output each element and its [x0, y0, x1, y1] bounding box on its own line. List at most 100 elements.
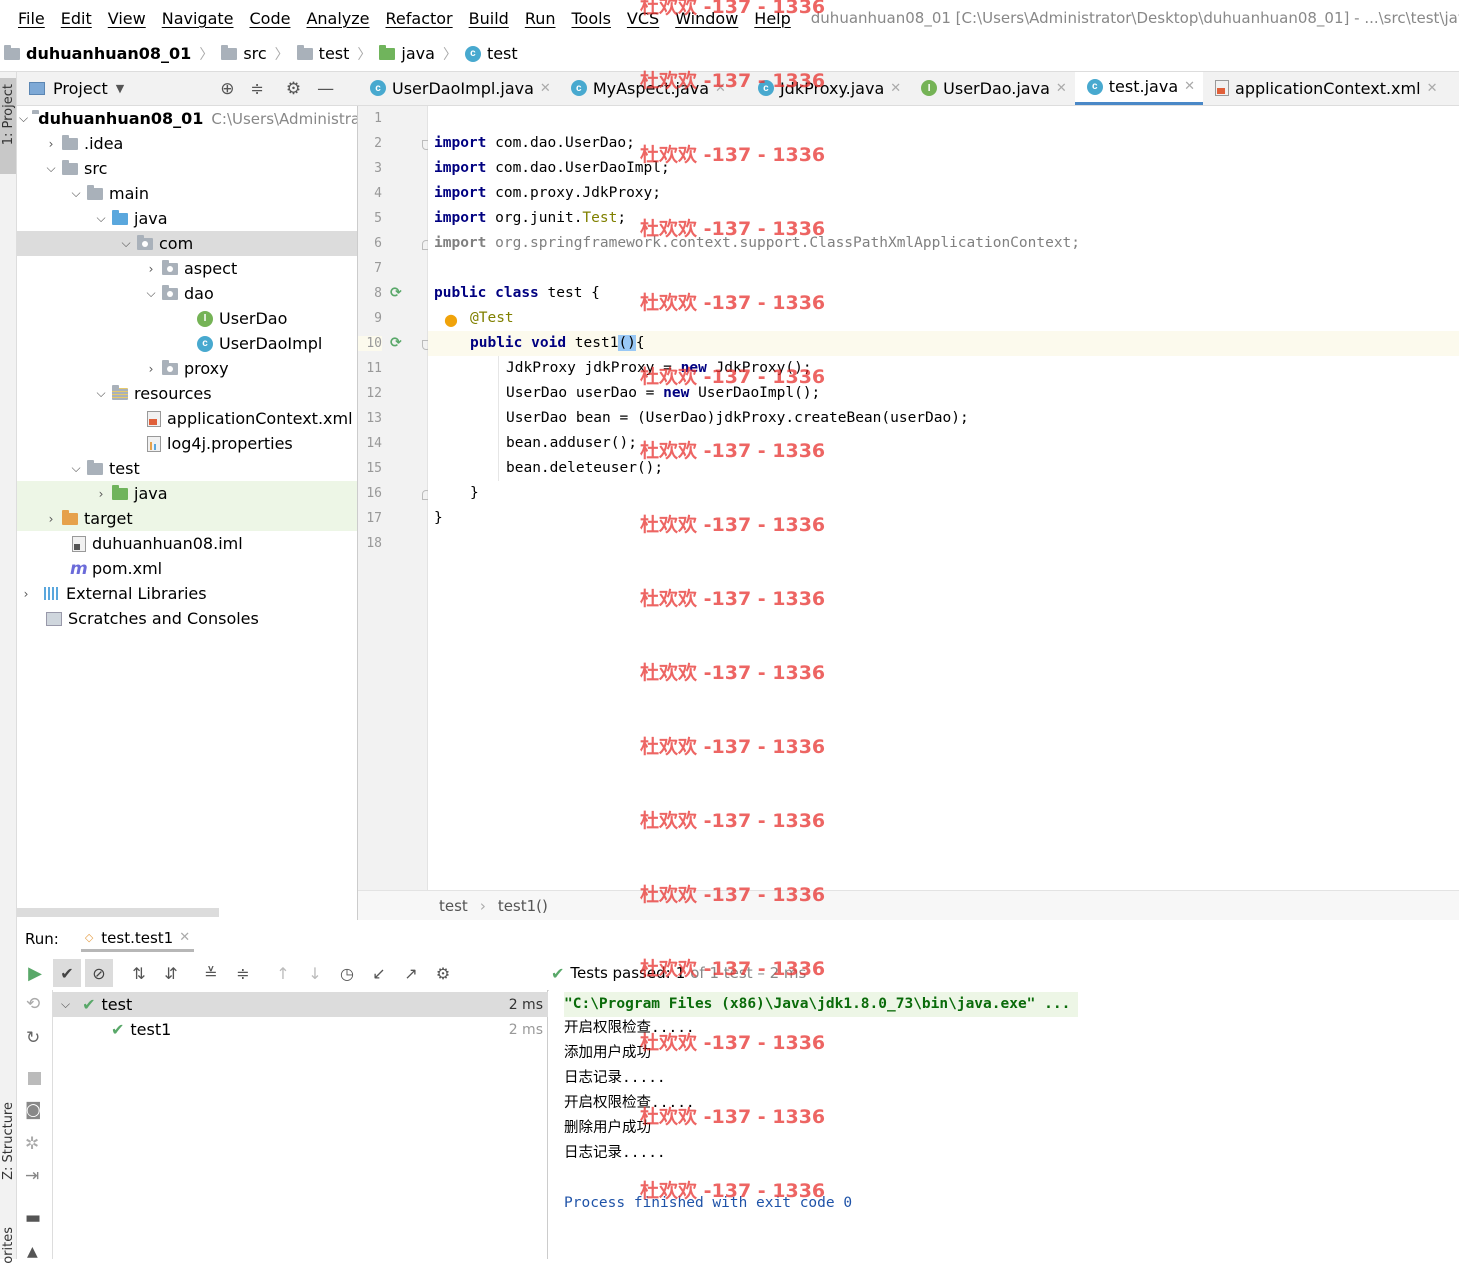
console-output[interactable]: "C:\Program Files (x86)\Java\jdk1.8.0_73… — [549, 990, 1459, 1259]
chevron-right-icon[interactable]: › — [44, 512, 58, 526]
tree-item-main[interactable]: ⌵ main — [17, 181, 357, 206]
tree-item-dao[interactable]: ⌵ dao — [17, 281, 357, 306]
locate-icon[interactable]: ⊕ — [220, 79, 234, 99]
chevron-right-icon[interactable]: › — [44, 137, 58, 151]
chevron-right-icon[interactable]: › — [94, 487, 108, 501]
run-gutter-icon[interactable]: ⟳ — [390, 285, 402, 301]
tree-item-test-java[interactable]: › java — [17, 481, 357, 506]
chevron-right-icon[interactable]: › — [144, 362, 158, 376]
caret-down-icon[interactable]: ▼ — [116, 82, 124, 95]
tree-item-main-java[interactable]: ⌵ java — [17, 206, 357, 231]
export-tests-icon[interactable]: ↗ — [397, 959, 425, 987]
pin-icon[interactable]: ▲ — [27, 1244, 38, 1260]
menu-refactor[interactable]: Refactor — [378, 9, 461, 28]
tree-item-test[interactable]: ⌵ test — [17, 456, 357, 481]
breadcrumb-test[interactable]: test — [293, 44, 354, 63]
chevron-down-icon[interactable]: ⌵ — [94, 386, 108, 401]
run-gutter-icon[interactable]: ⟳ — [390, 335, 402, 351]
chevron-down-icon[interactable]: ⌵ — [19, 111, 28, 126]
chevron-down-icon[interactable]: ⌵ — [44, 161, 58, 176]
tab-jdkproxy[interactable]: c JdkProxy.java ✕ — [734, 72, 909, 105]
show-passed-icon[interactable]: ✔ — [53, 959, 81, 987]
project-tool-button[interactable]: 1: Project — [0, 78, 16, 174]
close-icon[interactable]: ✕ — [1056, 81, 1067, 96]
camera-icon[interactable]: ◙ — [25, 1100, 42, 1120]
close-icon[interactable]: ✕ — [1427, 81, 1438, 96]
code-editor[interactable]: import com.dao.UserDao; import com.dao.U… — [428, 106, 1459, 890]
toggle-auto-test-icon[interactable]: ↻ — [26, 1028, 40, 1048]
close-icon[interactable]: ✕ — [715, 81, 726, 96]
previous-failed-icon[interactable]: ↑ — [269, 959, 297, 987]
collapse-all-icon[interactable]: ≑ — [229, 959, 257, 987]
next-failed-icon[interactable]: ↓ — [301, 959, 329, 987]
rerun-failed-icon[interactable]: ⟲ — [26, 994, 40, 1014]
tree-item-applicationcontext[interactable]: applicationContext.xml — [17, 406, 357, 431]
tree-item-proxy[interactable]: › proxy — [17, 356, 357, 381]
editor-breadcrumb-method[interactable]: test1() — [498, 897, 548, 915]
tree-item-scratches[interactable]: Scratches and Consoles — [17, 606, 357, 631]
editor-breadcrumb-class[interactable]: test — [439, 897, 468, 915]
chevron-down-icon[interactable]: ⌵ — [61, 997, 70, 1012]
lightbulb-icon[interactable]: ● — [444, 310, 458, 329]
menu-file[interactable]: File — [10, 9, 53, 28]
gear-icon[interactable]: ⚙ — [286, 79, 301, 99]
breadcrumb-java[interactable]: java — [375, 44, 439, 63]
minimize-icon[interactable]: — — [317, 79, 334, 99]
tree-item-aspect[interactable]: › aspect — [17, 256, 357, 281]
chevron-down-icon[interactable]: ⌵ — [119, 236, 133, 251]
close-icon[interactable]: ✕ — [890, 81, 901, 96]
sort-alpha-icon[interactable]: ⇅ — [125, 959, 153, 987]
import-tests-icon[interactable]: ↙ — [365, 959, 393, 987]
tree-item-pom[interactable]: m pom.xml — [17, 556, 357, 581]
structure-tool-label[interactable]: Z: Structure — [1, 1102, 16, 1180]
chevron-down-icon[interactable]: ⌵ — [144, 286, 158, 301]
menu-vcs[interactable]: VCS — [619, 9, 667, 28]
close-icon[interactable]: ✕ — [179, 930, 190, 945]
test-row[interactable]: ✔ test1 2 ms — [53, 1017, 548, 1042]
tree-item-log4j[interactable]: log4j.properties — [17, 431, 357, 456]
menu-code[interactable]: Code — [242, 9, 299, 28]
close-icon[interactable]: ✕ — [540, 81, 551, 96]
tree-item-userdaoimpl[interactable]: c UserDaoImpl — [17, 331, 357, 356]
expand-all-icon[interactable]: ≚ — [197, 959, 225, 987]
project-view-title[interactable]: Project — [53, 79, 108, 98]
tree-item-idea[interactable]: › .idea — [17, 131, 357, 156]
menu-run[interactable]: Run — [517, 9, 564, 28]
collapse-all-icon[interactable]: ≑ — [250, 79, 263, 98]
run-tab[interactable]: ◇ test.test1 ✕ — [80, 926, 195, 952]
tree-item-external-libraries[interactable]: › External Libraries — [17, 581, 357, 606]
chevron-down-icon[interactable]: ⌵ — [69, 461, 83, 476]
menu-window[interactable]: Window — [667, 9, 746, 28]
stop-icon[interactable] — [28, 1072, 41, 1085]
menu-navigate[interactable]: Navigate — [154, 9, 242, 28]
chevron-right-icon[interactable]: › — [19, 587, 33, 601]
close-icon[interactable]: ✕ — [1184, 79, 1195, 94]
layout-icon[interactable]: ▬ — [25, 1208, 41, 1228]
tree-item-com[interactable]: ⌵ com — [17, 231, 357, 256]
tab-userdao[interactable]: I UserDao.java ✕ — [909, 72, 1075, 105]
breadcrumb-src[interactable]: src — [217, 44, 270, 63]
tree-item-target[interactable]: › target — [17, 506, 357, 531]
sort-duration-icon[interactable]: ⇵ — [157, 959, 185, 987]
menu-tools[interactable]: Tools — [564, 9, 619, 28]
chevron-right-icon[interactable]: › — [144, 262, 158, 276]
breadcrumb-class[interactable]: c test — [461, 44, 522, 63]
debug-icon[interactable]: ✲ — [25, 1134, 39, 1154]
exit-icon[interactable]: ⇥ — [25, 1166, 39, 1186]
tab-test[interactable]: c test.java ✕ — [1074, 72, 1204, 105]
chevron-down-icon[interactable]: ⌵ — [94, 211, 108, 226]
tab-applicationcontext[interactable]: applicationContext.xml ✕ — [1203, 72, 1445, 105]
menu-help[interactable]: Help — [746, 9, 798, 28]
tree-item-resources[interactable]: ⌵ resources — [17, 381, 357, 406]
show-ignored-icon[interactable]: ⊘ — [85, 959, 113, 987]
history-icon[interactable]: ◷ — [333, 959, 361, 987]
menu-analyze[interactable]: Analyze — [298, 9, 377, 28]
chevron-down-icon[interactable]: ⌵ — [69, 186, 83, 201]
gear-icon[interactable]: ⚙ — [429, 959, 457, 987]
tree-item-userdao[interactable]: I UserDao — [17, 306, 357, 331]
breadcrumb-project[interactable]: duhuanhuan08_01 — [0, 44, 195, 63]
menu-build[interactable]: Build — [461, 9, 517, 28]
menu-edit[interactable]: Edit — [53, 9, 100, 28]
tree-item-project-root[interactable]: ⌵ duhuanhuan08_01 C:\Users\Administra — [17, 106, 357, 131]
test-row[interactable]: ⌵ ✔ test 2 ms — [53, 992, 548, 1017]
